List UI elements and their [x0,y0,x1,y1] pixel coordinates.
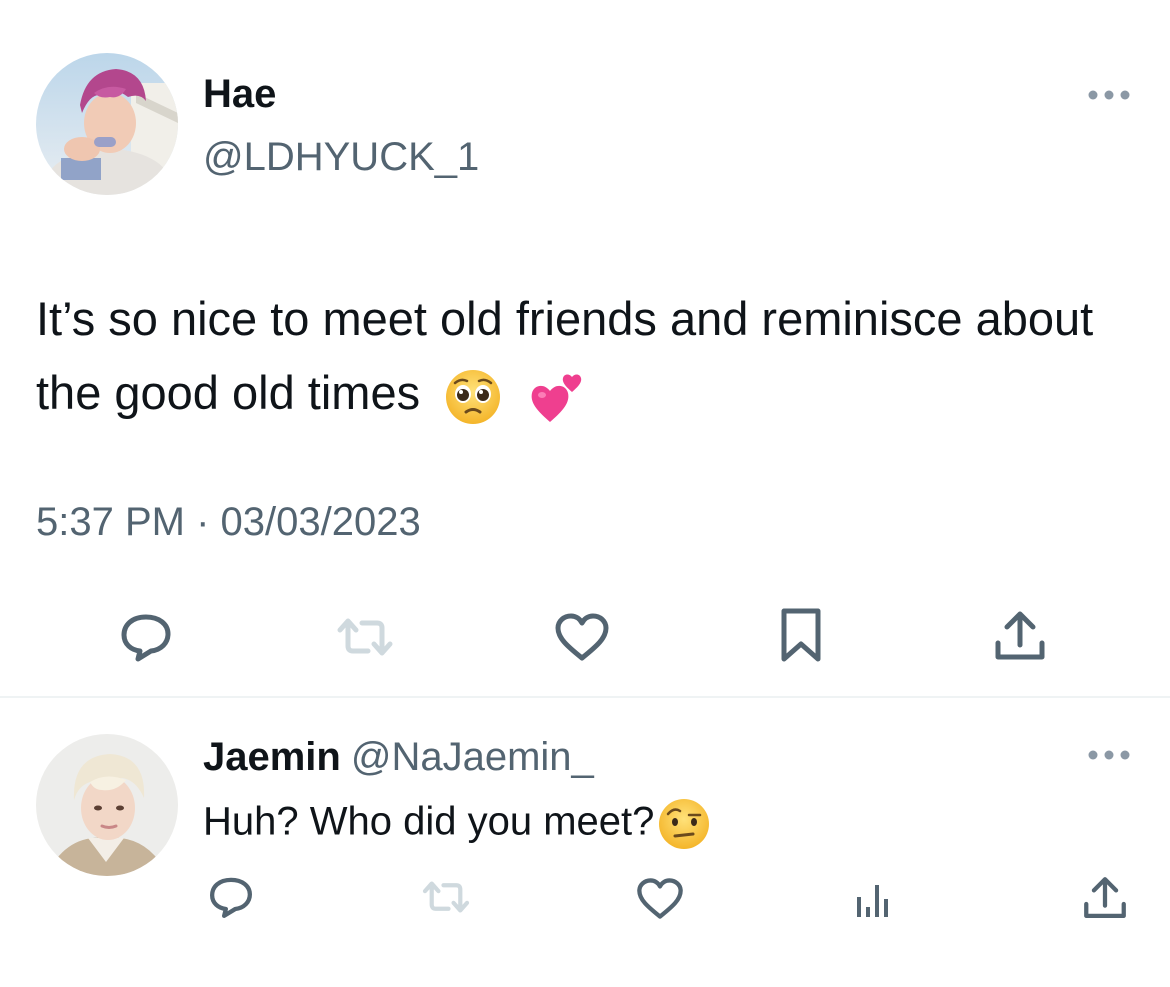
share-icon[interactable] [990,608,1050,664]
avatar-hae[interactable] [36,53,178,195]
display-name[interactable]: Hae [203,72,276,117]
face-with-raised-eyebrow-emoji [656,796,712,852]
tweet-thread: Hae @LDHYUCK_1 It’s so nice to meet old … [0,0,1170,987]
like-icon[interactable] [552,612,612,662]
more-options-icon[interactable] [1086,748,1132,762]
user-handle[interactable]: @NaJaemin_ [351,735,594,779]
pleading-face-emoji [443,367,503,427]
reply-text-content: Huh? Who did you meet? [203,799,655,844]
share-icon[interactable] [1080,874,1130,922]
reply-text: Huh? Who did you meet? [203,796,712,852]
reply-header: Jaemin @NaJaemin_ [203,735,594,780]
avatar-jaemin[interactable] [36,734,178,876]
retweet-icon[interactable] [330,612,400,662]
more-options-icon[interactable] [1086,88,1132,102]
avatar-photo [36,734,178,876]
views-icon[interactable] [852,880,892,920]
retweet-icon[interactable] [418,876,474,918]
avatar-photo [36,53,178,195]
user-handle[interactable]: @LDHYUCK_1 [203,135,479,180]
bookmark-icon[interactable] [776,606,826,664]
display-name[interactable]: Jaemin [203,735,341,779]
like-icon[interactable] [634,876,686,920]
tweet-timestamp[interactable]: 5:37 PM · 03/03/2023 [36,500,421,545]
reply-icon[interactable] [116,612,176,662]
reply-icon[interactable] [206,874,256,920]
tweet-divider [0,696,1170,698]
two-hearts-emoji [526,366,588,428]
tweet-text: It’s so nice to meet old friends and rem… [36,282,1136,430]
